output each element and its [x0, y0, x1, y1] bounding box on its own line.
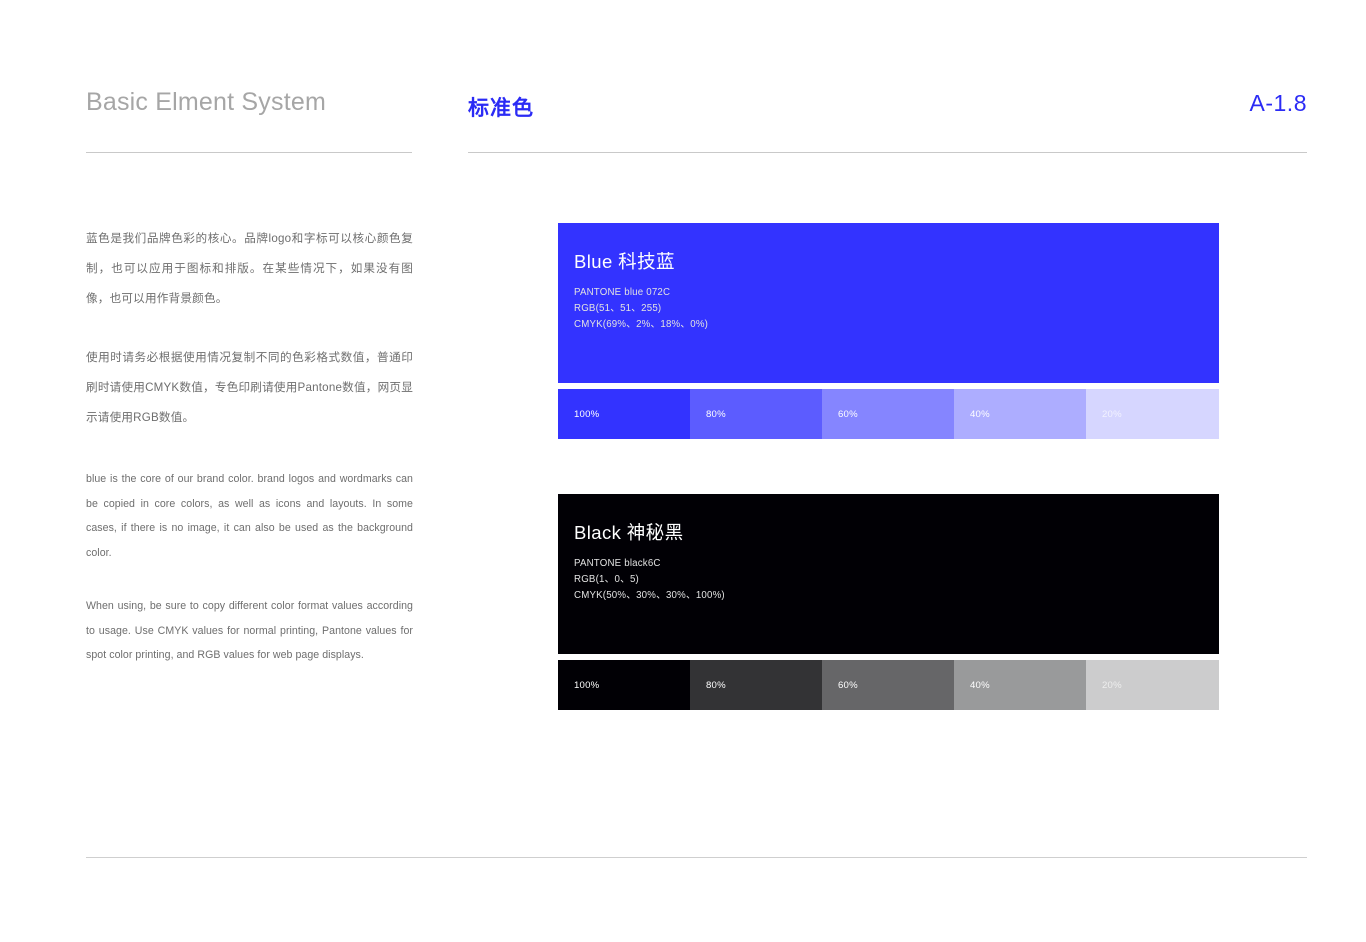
swatch-specs-blue: PANTONE blue 072C RGB(51、51、255) CMYK(69…	[574, 285, 1219, 334]
paragraph-cn-2: 使用时请务必根据使用情况复制不同的色彩格式数值，普通印刷时请使用CMYK数值，专…	[86, 351, 413, 424]
tint-blue-100: 100%	[558, 389, 690, 439]
tint-black-20: 20%	[1086, 660, 1219, 710]
tint-blue-80: 80%	[690, 389, 822, 439]
tint-label: 100%	[574, 408, 600, 420]
tint-blue-60: 60%	[822, 389, 954, 439]
swatch-specs-black: PANTONE black6C RGB(1、0、5) CMYK(50%、30%、…	[574, 556, 1219, 605]
swatch-main-black: Black 神秘黑 PANTONE black6C RGB(1、0、5) CMY…	[558, 494, 1219, 654]
header-divider-right	[468, 152, 1307, 153]
swatch-pantone-black: PANTONE black6C	[574, 558, 661, 569]
tint-label: 80%	[706, 408, 726, 420]
page-number-code: A-1.8	[1249, 90, 1307, 116]
tint-label: 20%	[1102, 679, 1122, 691]
header-divider-left	[86, 152, 412, 153]
paragraph-en-1: blue is the core of our brand color. bra…	[86, 473, 413, 559]
tint-blue-40: 40%	[954, 389, 1086, 439]
description-column: 蓝色是我们品牌色彩的核心。品牌logo和字标可以核心颜色复制，也可以应用于图标和…	[86, 224, 413, 697]
tint-label: 60%	[838, 408, 858, 420]
tint-row-black: 100% 80% 60% 40% 20%	[558, 660, 1219, 710]
tint-black-100: 100%	[558, 660, 690, 710]
tint-blue-20: 20%	[1086, 389, 1219, 439]
tint-label: 40%	[970, 408, 990, 420]
tint-label: 20%	[1102, 408, 1122, 420]
color-swatch-black: Black 神秘黑 PANTONE black6C RGB(1、0、5) CMY…	[558, 494, 1219, 710]
paragraph-cn-1: 蓝色是我们品牌色彩的核心。品牌logo和字标可以核心颜色复制，也可以应用于图标和…	[86, 232, 413, 305]
footer-divider	[86, 857, 1307, 858]
swatch-rgb-blue: RGB(51、51、255)	[574, 303, 662, 315]
tint-black-60: 60%	[822, 660, 954, 710]
swatch-main-blue: Blue 科技蓝 PANTONE blue 072C RGB(51、51、255…	[558, 223, 1219, 383]
tint-row-blue: 100% 80% 60% 40% 20%	[558, 389, 1219, 439]
paragraph-en-2: When using, be sure to copy different co…	[86, 600, 413, 661]
swatch-rgb-black: RGB(1、0、5)	[574, 574, 639, 586]
page-title: Basic Elment System	[86, 88, 326, 116]
color-swatch-blue: Blue 科技蓝 PANTONE blue 072C RGB(51、51、255…	[558, 223, 1219, 439]
tint-black-40: 40%	[954, 660, 1086, 710]
swatch-title-black: Black 神秘黑	[574, 522, 684, 543]
tint-label: 60%	[838, 679, 858, 691]
swatch-cmyk-black: CMYK(50%、30%、30%、100%)	[574, 590, 725, 602]
tint-black-80: 80%	[690, 660, 822, 710]
section-title: 标准色	[468, 97, 534, 120]
tint-label: 80%	[706, 679, 726, 691]
swatch-title-blue: Blue 科技蓝	[574, 251, 675, 272]
swatch-cmyk-blue: CMYK(69%、2%、18%、0%)	[574, 319, 709, 331]
swatch-pantone-blue: PANTONE blue 072C	[574, 287, 671, 298]
tint-label: 100%	[574, 679, 600, 691]
tint-label: 40%	[970, 679, 990, 691]
